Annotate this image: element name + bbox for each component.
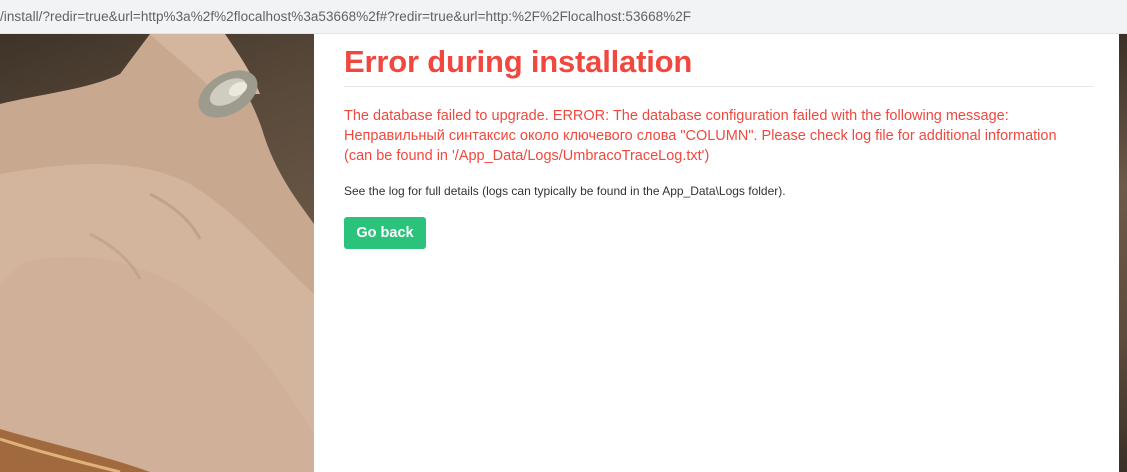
- background-photo-right-edge: [1119, 34, 1127, 472]
- url-text[interactable]: /install/?redir=true&url=http%3a%2f%2flo…: [0, 9, 691, 24]
- error-message: The database failed to upgrade. ERROR: T…: [344, 106, 1104, 166]
- log-hint-text: See the log for full details (logs can t…: [344, 184, 786, 198]
- error-message-line: Неправильный синтаксис около ключевого с…: [344, 128, 1057, 144]
- install-error-panel: Error during installation The database f…: [314, 34, 1119, 472]
- go-back-button[interactable]: Go back: [344, 217, 426, 249]
- error-message-line: The database failed to upgrade. ERROR: T…: [344, 108, 1009, 124]
- hand-with-ring-image: [0, 34, 314, 472]
- page-title: Error during installation: [344, 44, 693, 79]
- error-message-line: (can be found in '/App_Data/Logs/Umbraco…: [344, 148, 710, 164]
- title-divider: [344, 86, 1094, 87]
- background-photo: [0, 34, 314, 472]
- browser-address-bar[interactable]: /install/?redir=true&url=http%3a%2f%2flo…: [0, 0, 1127, 34]
